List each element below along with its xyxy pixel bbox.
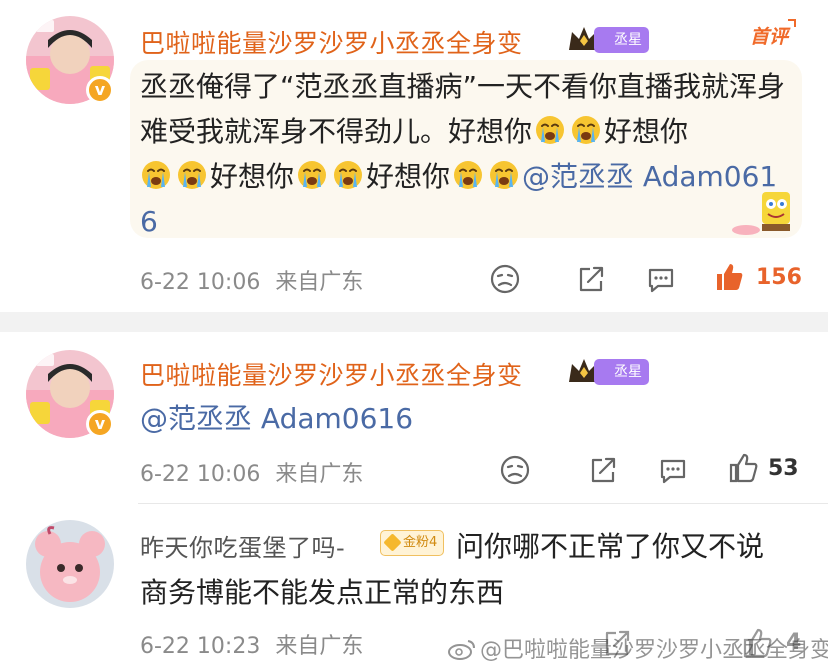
verified-badge-icon: v [86, 410, 114, 438]
gold-fan-tag: 金粉4 [380, 530, 445, 556]
mention-link[interactable]: @范丞丞 Adam0616 [140, 402, 413, 435]
comment-meta: 6-22 10:23 来自广东 [140, 628, 363, 660]
share-icon[interactable] [574, 262, 608, 296]
watermark-text: @巴啦啦能量沙罗沙罗小丞丞全身变 [480, 638, 828, 663]
comment-text-line: 问你哪不正常了你又不说 [456, 530, 765, 563]
comment-item: v 巴啦啦能量沙罗沙罗小丞丞全身变 丞星 首评 丞丞俺得了“范丞丞直播病”一天不… [0, 0, 828, 312]
crying-face-icon [140, 159, 172, 191]
comment-meta: 6-22 10:06 来自广东 [140, 264, 363, 296]
comment-text-part: 好想你 [210, 160, 295, 193]
crying-face-icon [452, 159, 484, 191]
section-separator [0, 312, 828, 332]
timestamp: 6-22 10:06 [140, 270, 261, 295]
comment-item: v 巴啦啦能量沙罗沙罗小丞丞全身变 丞星 @范丞丞 Adam0616 6-22 … [0, 332, 828, 504]
timestamp: 6-22 10:23 [140, 634, 261, 659]
watermark: @巴啦啦能量沙罗沙罗小丞丞全身变 [448, 632, 828, 664]
crying-face-icon [570, 114, 602, 146]
fan-tag: 丞星 [594, 359, 649, 385]
like-icon[interactable] [726, 451, 760, 485]
dislike-icon[interactable] [488, 262, 522, 296]
crying-face-icon [296, 159, 328, 191]
username[interactable]: 昨天你吃蛋堡了吗- [140, 528, 345, 563]
comment-text: 丞丞俺得了“范丞丞直播病”一天不看你直播我就浑身难受我就浑身不得劲儿。好想你 好想… [140, 64, 790, 244]
comment-text-line: 商务博能不能发点正常的东西 [140, 576, 505, 609]
timestamp: 6-22 10:06 [140, 462, 261, 487]
location: 来自广东 [275, 462, 364, 487]
comment-text-part: 好想你 [366, 160, 451, 193]
fan-tag: 丞星 [594, 27, 649, 53]
username[interactable]: 巴啦啦能量沙罗沙罗小丞丞全身变 [140, 24, 523, 60]
reply-icon[interactable] [644, 262, 678, 296]
crying-face-icon [534, 114, 566, 146]
share-icon[interactable] [586, 453, 620, 487]
location: 来自广东 [275, 270, 364, 295]
like-count: 53 [768, 456, 799, 481]
top-comment-badge: 首评 [750, 19, 797, 49]
comment-text: @范丞丞 Adam0616 [140, 396, 413, 441]
like-icon[interactable] [712, 260, 746, 294]
username[interactable]: 巴啦啦能量沙罗沙罗小丞丞全身变 [140, 356, 523, 392]
avatar[interactable] [26, 520, 114, 608]
weibo-logo-icon [448, 640, 475, 660]
verified-badge-icon: v [86, 76, 114, 104]
dislike-icon[interactable] [498, 453, 532, 487]
like-count: 156 [756, 265, 802, 290]
comment-text-part: 好想你 [604, 115, 689, 148]
comment-text-part: 丞丞俺得了“范丞丞直播病”一天不看你直播我就浑身难受我就浑身不得劲儿。好想你 [140, 70, 786, 148]
crying-face-icon [176, 159, 208, 191]
crying-face-icon [332, 159, 364, 191]
reply-icon[interactable] [656, 453, 690, 487]
comment-meta: 6-22 10:06 来自广东 [140, 456, 363, 488]
location: 来自广东 [275, 634, 364, 659]
crying-face-icon [488, 159, 520, 191]
